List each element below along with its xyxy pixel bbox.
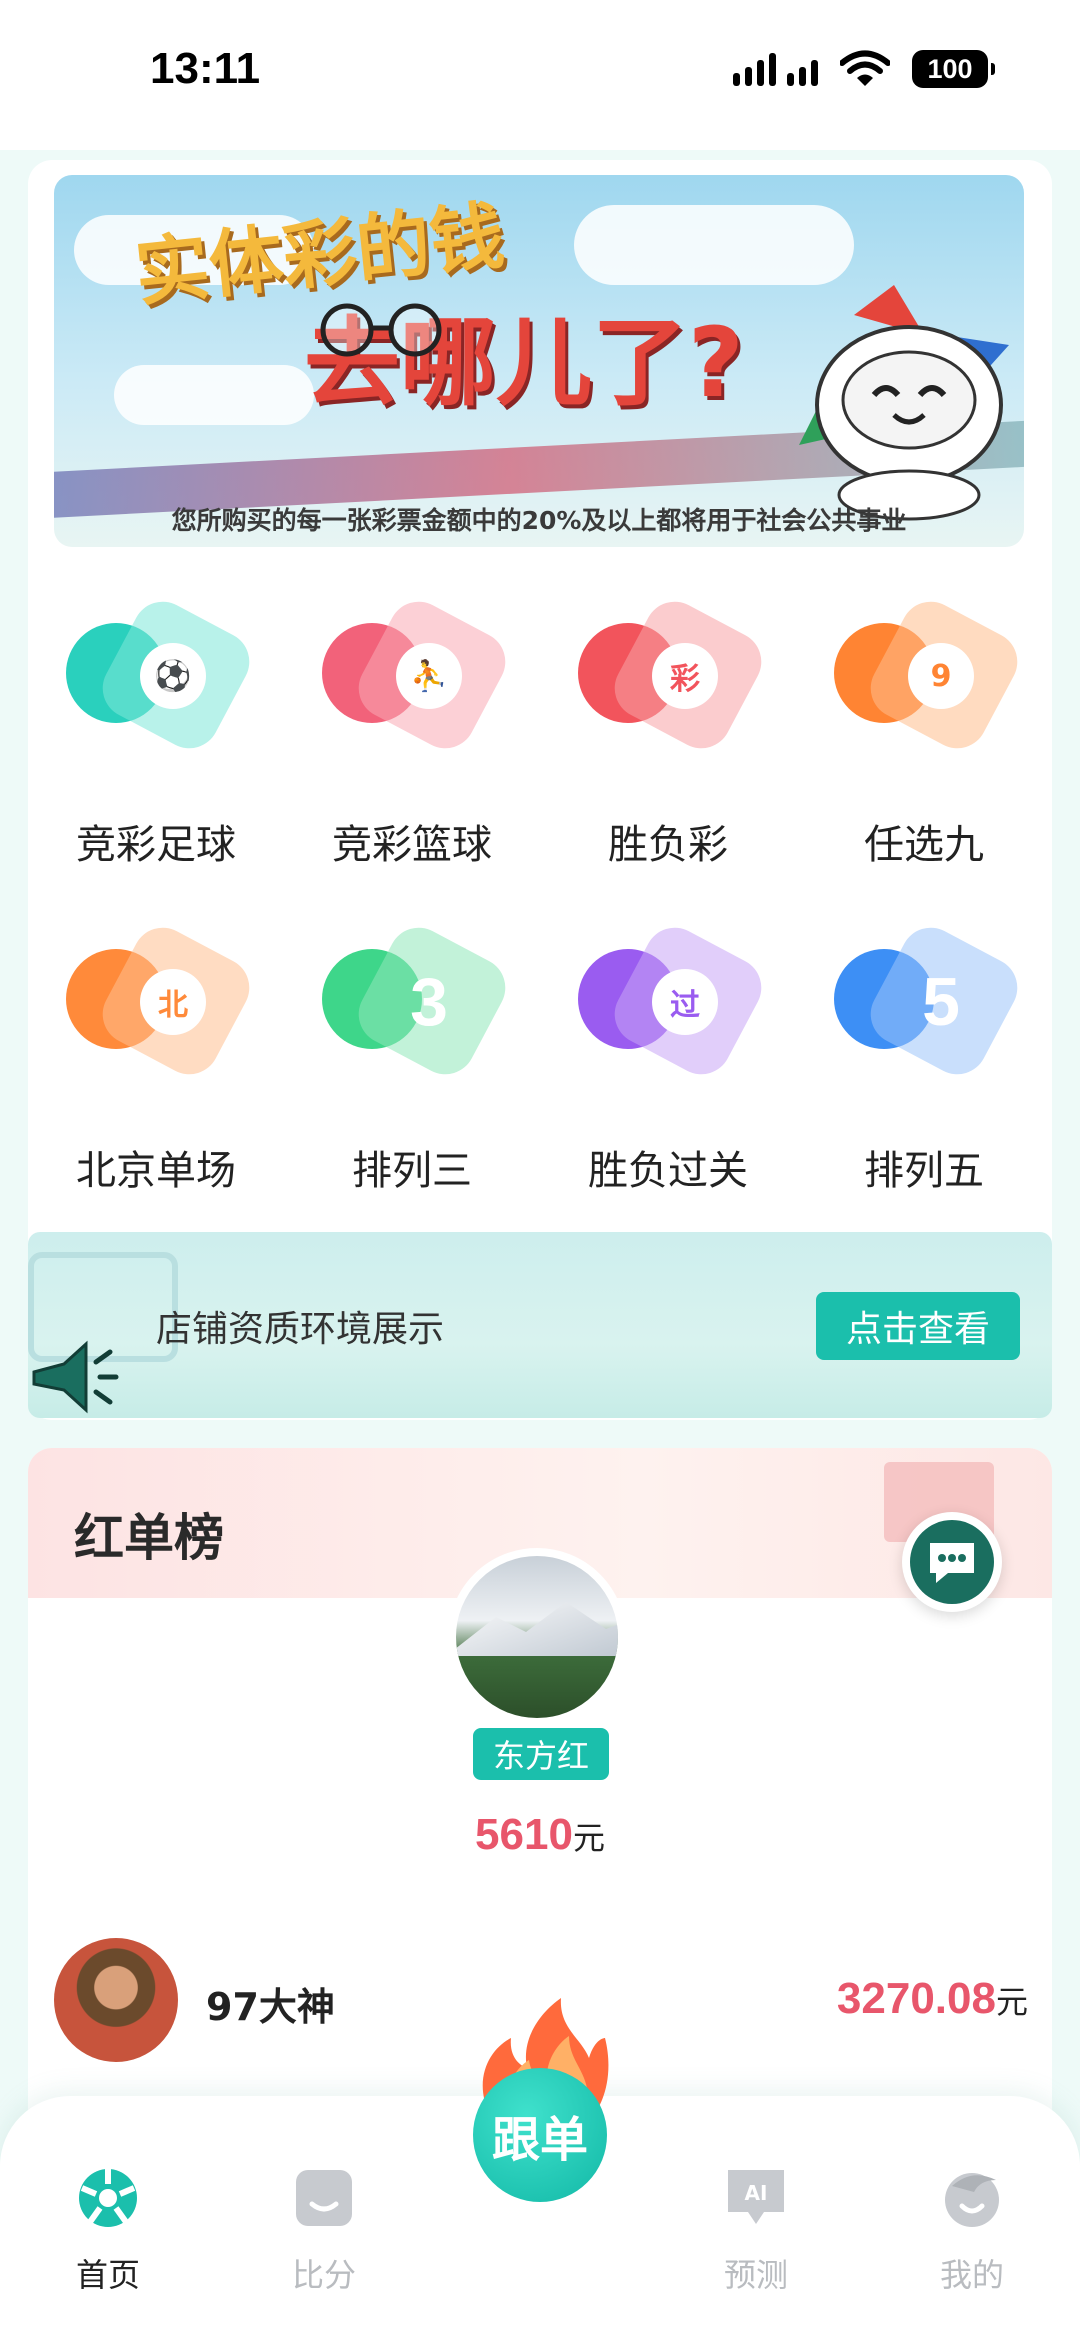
status-time: 13:11 — [150, 44, 261, 93]
top-user-name[interactable]: 东方红 — [473, 1728, 609, 1780]
avatar — [54, 1938, 178, 2062]
amount-unit: 元 — [572, 1820, 605, 1856]
amount-value: 5610 — [475, 1810, 573, 1859]
top-user-avatar[interactable] — [448, 1548, 626, 1726]
nav-label: 首页 — [75, 2256, 140, 2294]
basketball-icon: ⛹ — [322, 591, 516, 759]
glasses-icon — [320, 303, 442, 357]
game-item-jczq[interactable]: ⚽ 竞彩足球 — [28, 590, 284, 916]
notice-text: 店铺资质环境展示 — [156, 1309, 445, 1350]
nav-label: 我的 — [939, 2256, 1004, 2294]
rank-user-amount: 3270.08元 — [837, 1974, 1028, 2024]
game-label: 排列三 — [352, 1148, 472, 1194]
chat-button[interactable] — [902, 1512, 1002, 1612]
nav-label: 比分 — [291, 2256, 356, 2294]
view-button[interactable]: 点击查看 — [816, 1292, 1020, 1360]
amount-unit: 元 — [995, 1984, 1028, 2020]
status-icons: 100 — [733, 50, 995, 88]
promo-banner[interactable]: 实体彩的钱 去哪儿了? 您所购买的每一张彩票金额中的20%及以上都将用于社会公共… — [54, 175, 1024, 547]
number-nine-icon: 9 — [834, 591, 1028, 759]
profile-icon — [945, 2173, 999, 2227]
game-label: 胜负彩 — [608, 822, 728, 868]
game-label: 竞彩篮球 — [332, 822, 492, 868]
chat-bubble-icon — [930, 1543, 974, 1583]
cloud-shape — [574, 205, 854, 285]
beijing-ball-icon: 北 — [66, 917, 260, 1085]
follow-order-button[interactable]: 跟单 — [463, 1998, 617, 2228]
game-item-pl5[interactable]: 5 排列五 — [796, 916, 1052, 1242]
game-label: 任选九 — [864, 822, 984, 868]
megaphone-icon — [32, 1340, 119, 1414]
number-three-icon: 3 — [322, 917, 516, 1085]
number-five-icon: 5 — [834, 917, 1028, 1085]
game-label: 竞彩足球 — [76, 822, 236, 868]
top-user-amount: 5610元 — [28, 1810, 1052, 1860]
game-label: 胜负过关 — [588, 1148, 748, 1194]
svg-text:AI: AI — [745, 2181, 768, 2205]
game-item-sfc[interactable]: 彩 胜负彩 — [540, 590, 796, 916]
nav-label: 预测 — [723, 2256, 788, 2294]
follow-order-label: 跟单 — [473, 2068, 607, 2202]
game-label: 排列五 — [864, 1148, 984, 1194]
amount-value: 3270.08 — [836, 1974, 996, 2023]
mascot-icon — [799, 285, 1009, 521]
nav-item-score[interactable]: 比分 — [264, 2166, 384, 2296]
game-item-sfgg[interactable]: 过 胜负过关 — [540, 916, 796, 1242]
pass-ball-icon: 过 — [578, 917, 772, 1085]
nav-item-mine[interactable]: 我的 — [912, 2166, 1032, 2296]
status-bar: 13:11 100 — [0, 0, 1080, 150]
ranking-title: 红单榜 — [74, 1509, 224, 1567]
nav-item-predict[interactable]: AI 预测 — [696, 2166, 816, 2296]
banner-footer-text: 您所购买的每一张彩票金额中的20%及以上都将用于社会公共事业 — [171, 506, 907, 535]
soccer-ball-icon: ⚽ — [66, 591, 260, 759]
nav-item-home[interactable]: 首页 — [48, 2166, 168, 2296]
game-item-rx9[interactable]: 9 任选九 — [796, 590, 1052, 916]
home-ball-icon — [79, 2169, 137, 2227]
notice-bar[interactable]: 店铺资质环境展示 点击查看 — [28, 1232, 1052, 1418]
game-item-pl3[interactable]: 3 排列三 — [284, 916, 540, 1242]
wifi-icon — [840, 50, 890, 86]
cellular-signal-icon — [733, 52, 818, 86]
battery-icon: 100 — [912, 50, 995, 88]
game-item-bjdc[interactable]: 北 北京单场 — [28, 916, 284, 1242]
cloud-shape — [114, 365, 314, 425]
game-item-jclq[interactable]: ⛹ 竞彩篮球 — [284, 590, 540, 916]
lottery-cai-icon: 彩 — [578, 591, 772, 759]
scoreboard-icon — [296, 2170, 352, 2226]
ai-chat-icon: AI — [728, 2170, 784, 2224]
game-grid: ⚽ 竞彩足球 ⛹ 竞彩篮球 彩 胜负彩 9 任选九 北 北京单场 3 排列三 过… — [28, 590, 1052, 1242]
rank-user-name: 97大神 — [206, 1985, 335, 2029]
game-label: 北京单场 — [76, 1148, 236, 1194]
